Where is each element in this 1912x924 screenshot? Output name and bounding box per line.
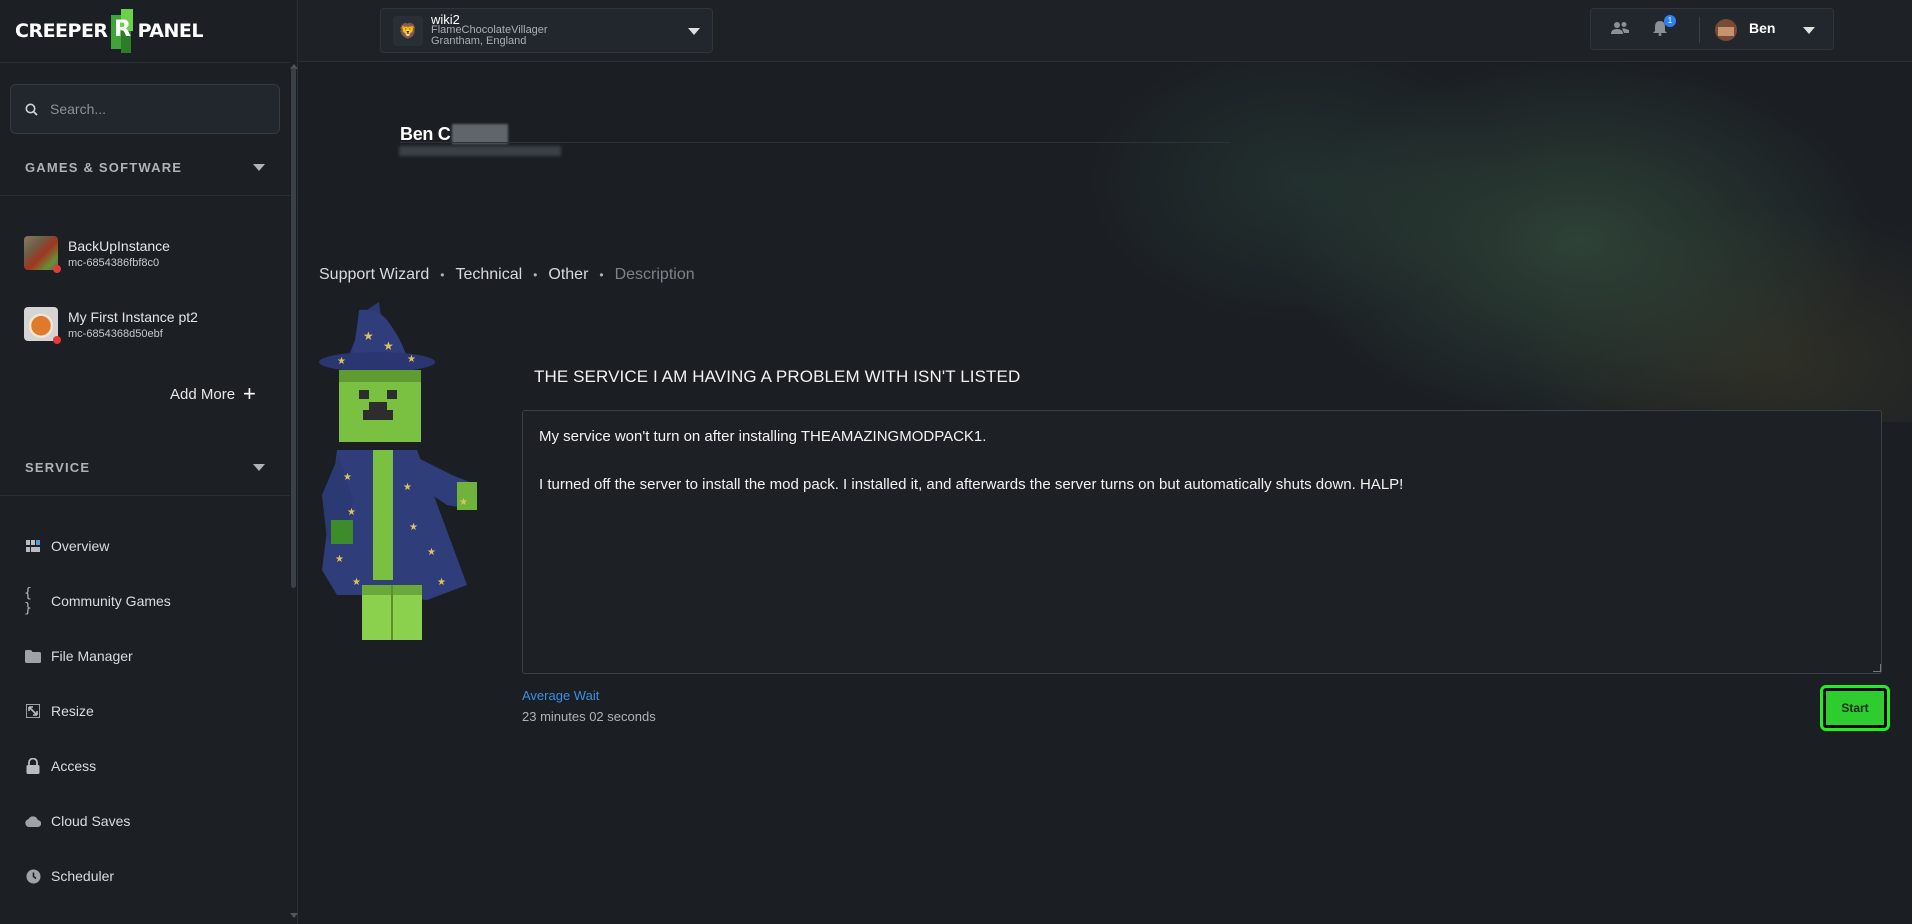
service-heading: SERVICE	[25, 460, 91, 475]
svg-text:★: ★	[437, 577, 446, 588]
svg-text:★: ★	[383, 339, 394, 353]
svg-text:★: ★	[407, 354, 416, 365]
search-input[interactable]	[50, 101, 250, 117]
server-selector[interactable]: 🦁 wiki2 FlameChocolateVillager Grantham,…	[380, 8, 713, 53]
svg-text:★: ★	[343, 472, 352, 483]
search-box[interactable]	[10, 84, 280, 134]
folder-icon	[24, 647, 42, 665]
instance-name: My First Instance pt2	[68, 308, 198, 325]
breadcrumb-description: Description	[614, 266, 695, 283]
divider	[0, 195, 290, 196]
svg-text:★: ★	[427, 547, 436, 558]
add-more-button[interactable]: Add More +	[170, 381, 256, 406]
notification-count-badge: 1	[1664, 15, 1676, 27]
breadcrumb-other[interactable]: Other	[548, 266, 588, 284]
user-avatar[interactable]	[1715, 19, 1737, 41]
start-button[interactable]: Start	[1820, 685, 1890, 731]
sidebar-item-overview[interactable]: Overview	[24, 535, 109, 557]
fox-avatar-icon	[24, 307, 61, 344]
server-location: Grantham, England	[431, 35, 527, 47]
svg-text:★: ★	[409, 522, 418, 533]
breadcrumb-separator: •	[599, 268, 604, 282]
status-offline-icon	[53, 265, 61, 273]
divider	[0, 62, 290, 63]
svg-text:★: ★	[459, 497, 468, 508]
description-textarea[interactable]	[522, 410, 1882, 674]
svg-text:★: ★	[363, 329, 374, 343]
cloud-icon	[24, 812, 42, 830]
instance-item[interactable]: BackUpInstance mc-6854386fbf8c0	[24, 236, 170, 273]
creeperpanel-logo[interactable]: CREEPER R PANEL	[15, 9, 204, 53]
resize-handle-icon[interactable]	[1873, 664, 1881, 672]
search-icon	[25, 103, 38, 116]
user-name[interactable]: Ben	[1749, 20, 1775, 36]
games-software-heading: GAMES & SOFTWARE	[25, 160, 183, 175]
breadcrumb-separator: •	[533, 268, 538, 282]
clock-icon	[24, 867, 42, 885]
chevron-down-icon	[253, 164, 265, 171]
braces-icon: { }	[24, 586, 32, 616]
svg-text:★: ★	[403, 482, 412, 493]
svg-text:★: ★	[352, 577, 361, 588]
sidebar-item-access[interactable]: Access	[24, 755, 96, 777]
sidebar: CREEPER R PANEL GAMES & SOFTWARE BackUpI…	[0, 0, 298, 924]
instance-name: BackUpInstance	[68, 237, 170, 254]
average-wait-value: 23 minutes 02 seconds	[522, 709, 656, 724]
plus-icon: +	[243, 381, 256, 406]
top-bar: 🦁 wiki2 FlameChocolateVillager Grantham,…	[299, 0, 1912, 62]
sidebar-item-label: File Manager	[51, 648, 133, 664]
games-software-section-toggle[interactable]: GAMES & SOFTWARE	[25, 160, 265, 175]
lock-icon	[24, 757, 42, 775]
friends-icon[interactable]	[1611, 21, 1629, 39]
resize-icon	[24, 702, 42, 720]
status-offline-icon	[53, 336, 61, 344]
creeper-wizard-illustration: ★ ★ ★ ★ ★ ★ ★ ★ ★ ★ ★ ★ ★	[319, 302, 477, 640]
chevron-down-icon[interactable]	[1803, 27, 1815, 34]
instance-id: mc-6854386fbf8c0	[68, 256, 160, 269]
chevron-down-icon	[688, 28, 700, 35]
sidebar-item-resize[interactable]: Resize	[24, 700, 94, 722]
sidebar-item-label: Community Games	[51, 593, 171, 609]
sidebar-item-label: Cloud Saves	[51, 813, 131, 829]
question-title: THE SERVICE I AM HAVING A PROBLEM WITH I…	[534, 367, 1021, 386]
sidebar-item-cloud-saves[interactable]: Cloud Saves	[24, 810, 130, 832]
creeper-logo-icon: R	[109, 9, 137, 53]
sidebar-scrollbar[interactable]	[291, 68, 296, 588]
logo-text-right: PANEL	[137, 20, 204, 42]
breadcrumb: Support Wizard • Technical • Other • Des…	[319, 266, 695, 284]
redacted-surname	[452, 124, 508, 144]
scroll-down-arrow-icon[interactable]	[290, 913, 298, 918]
divider	[400, 142, 1230, 143]
redacted-subtitle	[399, 146, 561, 156]
sidebar-item-scheduler[interactable]: Scheduler	[24, 865, 114, 887]
average-wait-label: Average Wait	[522, 688, 600, 703]
sidebar-item-label: Access	[51, 758, 97, 774]
overview-grid-icon	[24, 537, 42, 555]
service-section-toggle[interactable]: SERVICE	[25, 460, 265, 475]
svg-text:★: ★	[347, 507, 356, 518]
divider	[0, 495, 290, 496]
breadcrumb-separator: •	[440, 268, 445, 282]
sidebar-item-file-manager[interactable]: File Manager	[24, 645, 133, 667]
main-content: 🦁 wiki2 FlameChocolateVillager Grantham,…	[299, 0, 1912, 924]
instance-id: mc-6854368d50ebf	[68, 327, 163, 340]
divider	[1699, 17, 1700, 43]
breadcrumb-technical[interactable]: Technical	[455, 266, 522, 284]
breadcrumb-support-wizard[interactable]: Support Wizard	[319, 266, 429, 284]
chevron-down-icon	[253, 464, 265, 471]
sidebar-item-label: Scheduler	[51, 868, 115, 884]
instance-thumbnail-icon	[24, 236, 61, 273]
sidebar-item-community-games[interactable]: { } Community Games	[24, 586, 171, 616]
server-lion-icon: 🦁	[393, 15, 423, 46]
logo-text-left: CREEPER	[15, 20, 108, 42]
user-toolbar: 1 Ben	[1590, 8, 1834, 50]
sidebar-item-label: Overview	[51, 538, 110, 554]
instance-item[interactable]: My First Instance pt2 mc-6854368d50ebf	[24, 307, 198, 344]
sidebar-item-label: Resize	[51, 703, 94, 719]
logo-mark-letter: R	[114, 17, 132, 42]
add-more-label: Add More	[170, 385, 236, 403]
svg-text:★: ★	[337, 356, 346, 367]
svg-text:★: ★	[335, 554, 344, 565]
